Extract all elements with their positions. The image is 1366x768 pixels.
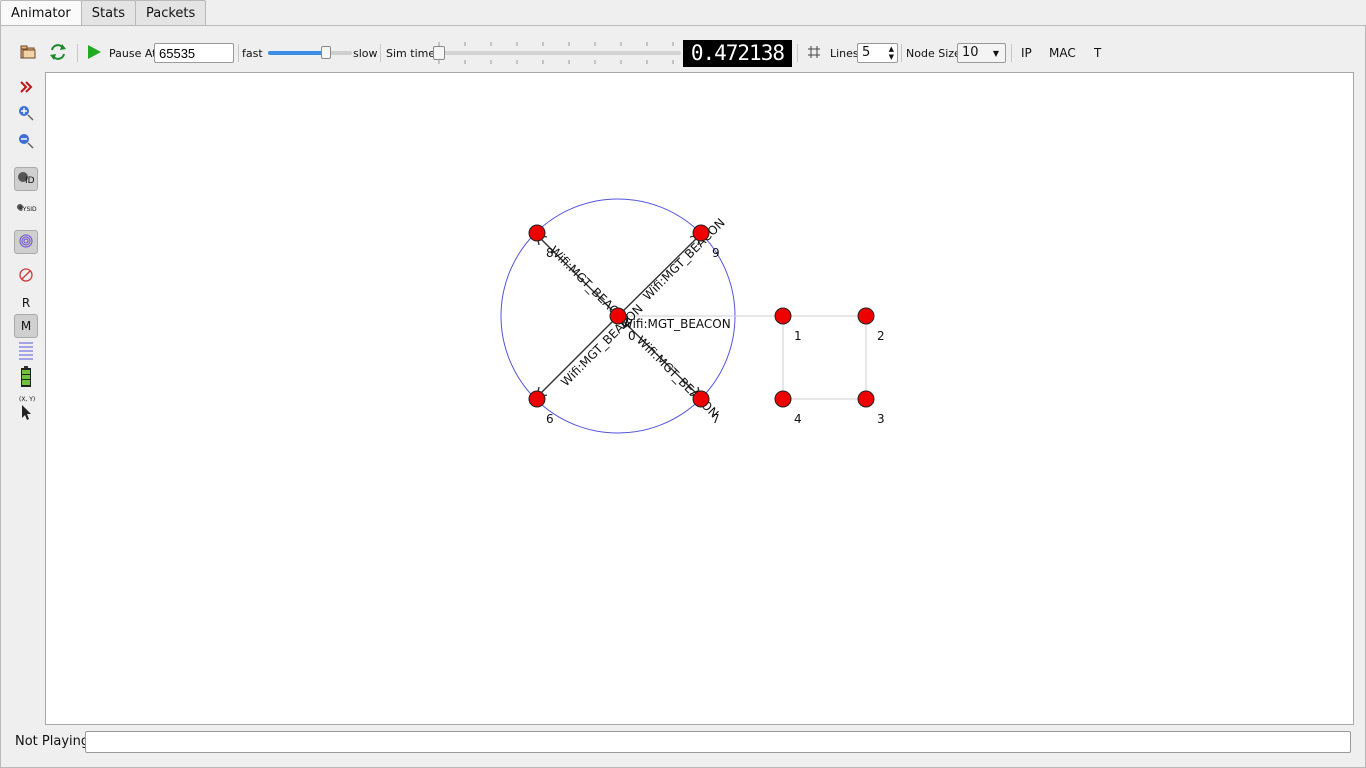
xy-cursor-button[interactable]: (X, Y) [14, 394, 38, 422]
node-0[interactable] [609, 307, 627, 325]
sim-time-handle[interactable] [433, 46, 445, 60]
expand-chevrons-icon [19, 80, 33, 97]
node-label-6: 6 [546, 412, 554, 426]
node-8[interactable] [528, 224, 546, 242]
pause-at-label: Pause At [109, 46, 157, 60]
packet-label-0-1: Wifi:MGT_BEACON [621, 317, 731, 331]
packet-label-0-7: Wifi:MGT_BEACON [634, 333, 721, 420]
ip-button[interactable]: IP [1021, 34, 1032, 72]
speed-slider[interactable] [268, 34, 352, 72]
node-label-4: 4 [794, 412, 802, 426]
reload-button[interactable] [48, 34, 68, 72]
tab-animator[interactable]: Animator [0, 0, 82, 27]
mac-button[interactable]: MAC [1049, 34, 1076, 72]
spin-down-icon[interactable]: ▼ [889, 53, 894, 61]
no-entry-icon [18, 267, 34, 286]
r-toggle-button[interactable]: R [14, 291, 38, 315]
lines-label: Lines [830, 46, 859, 60]
wireless-range-icon [18, 233, 34, 252]
node-id-label: ID [25, 176, 35, 186]
sysid-icon: SYSID [14, 198, 38, 218]
t-button[interactable]: T [1094, 34, 1101, 72]
show-sysid-button[interactable]: SYSID [14, 196, 38, 220]
node-label-7: 7 [712, 412, 720, 426]
reload-icon [48, 42, 68, 65]
lines-spinbox[interactable]: 5 ▲ ▼ [857, 43, 898, 63]
fast-label: fast [242, 46, 263, 60]
packet-labels: Wifi:MGT_BEACON Wifi:MGT_BEACON Wifi:MGT… [547, 216, 731, 421]
node-size-value: 10 [962, 45, 979, 60]
node-2[interactable] [857, 307, 875, 325]
wireless-range-button[interactable] [14, 230, 38, 254]
node-id-icon: ID [16, 169, 36, 189]
list-lines-icon [18, 340, 34, 363]
spin-up-icon[interactable]: ▲ [889, 45, 894, 53]
network-view[interactable]: Wifi:MGT_BEACON Wifi:MGT_BEACON Wifi:MGT… [46, 73, 1353, 724]
pause-at-input[interactable] [154, 43, 234, 63]
grid-icon [807, 45, 821, 62]
battery-button[interactable] [14, 365, 38, 391]
sim-time-ticks [438, 42, 674, 64]
m-toggle-button[interactable]: M [14, 314, 38, 338]
zoom-in-button[interactable] [14, 102, 38, 126]
zoom-out-button[interactable] [14, 130, 38, 154]
packet-label-0-6: Wifi:MGT_BEACON [558, 302, 645, 389]
node-label-3: 3 [877, 412, 885, 426]
play-button[interactable] [86, 34, 102, 72]
chevron-down-icon: ▼ [992, 49, 999, 58]
node-9[interactable] [692, 224, 710, 242]
node-label-0: 0 [628, 329, 636, 343]
node-label-8: 8 [546, 246, 554, 260]
animation-canvas[interactable]: Wifi:MGT_BEACON Wifi:MGT_BEACON Wifi:MGT… [45, 72, 1354, 725]
status-field [85, 731, 1351, 753]
node-3[interactable] [857, 390, 875, 408]
status-label: Not Playing [15, 734, 90, 749]
node-6[interactable] [528, 390, 546, 408]
node-label-1: 1 [794, 329, 802, 343]
zoom-in-icon [17, 104, 35, 125]
speed-slider-handle[interactable] [321, 46, 332, 59]
xy-cursor-icon: (X, Y) [14, 394, 38, 422]
node-7[interactable] [692, 390, 710, 408]
disable-button[interactable] [14, 264, 38, 288]
battery-icon [20, 365, 32, 391]
grid-toggle-button[interactable] [807, 34, 821, 72]
list-lines-button[interactable] [14, 339, 38, 363]
node-label-2: 2 [877, 329, 885, 343]
lines-value: 5 [862, 45, 871, 60]
node-size-label: Node Size [906, 46, 961, 60]
show-node-id-button[interactable]: ID [14, 167, 38, 191]
sim-time-label: Sim time [386, 46, 436, 60]
packet-arrow-0-6 [536, 315, 619, 398]
zoom-out-icon [17, 132, 35, 153]
expand-button[interactable] [14, 76, 38, 100]
tab-stats[interactable]: Stats [80, 0, 136, 26]
node-1[interactable] [774, 307, 792, 325]
sim-time-slider[interactable] [433, 34, 681, 72]
node-size-select[interactable]: 10 ▼ [957, 43, 1006, 63]
folder-open-icon [19, 43, 37, 64]
sim-time-display: 0.472138 [683, 40, 792, 67]
play-icon [86, 44, 102, 63]
node-label-9: 9 [712, 246, 720, 260]
slow-label: slow [353, 46, 378, 60]
speed-slider-fill [268, 51, 327, 55]
sysid-label: SYSID [19, 206, 37, 213]
tab-packets[interactable]: Packets [134, 0, 207, 26]
open-button[interactable] [19, 34, 37, 72]
tab-bar: Animator Stats Packets [0, 0, 207, 27]
node-4[interactable] [774, 390, 792, 408]
